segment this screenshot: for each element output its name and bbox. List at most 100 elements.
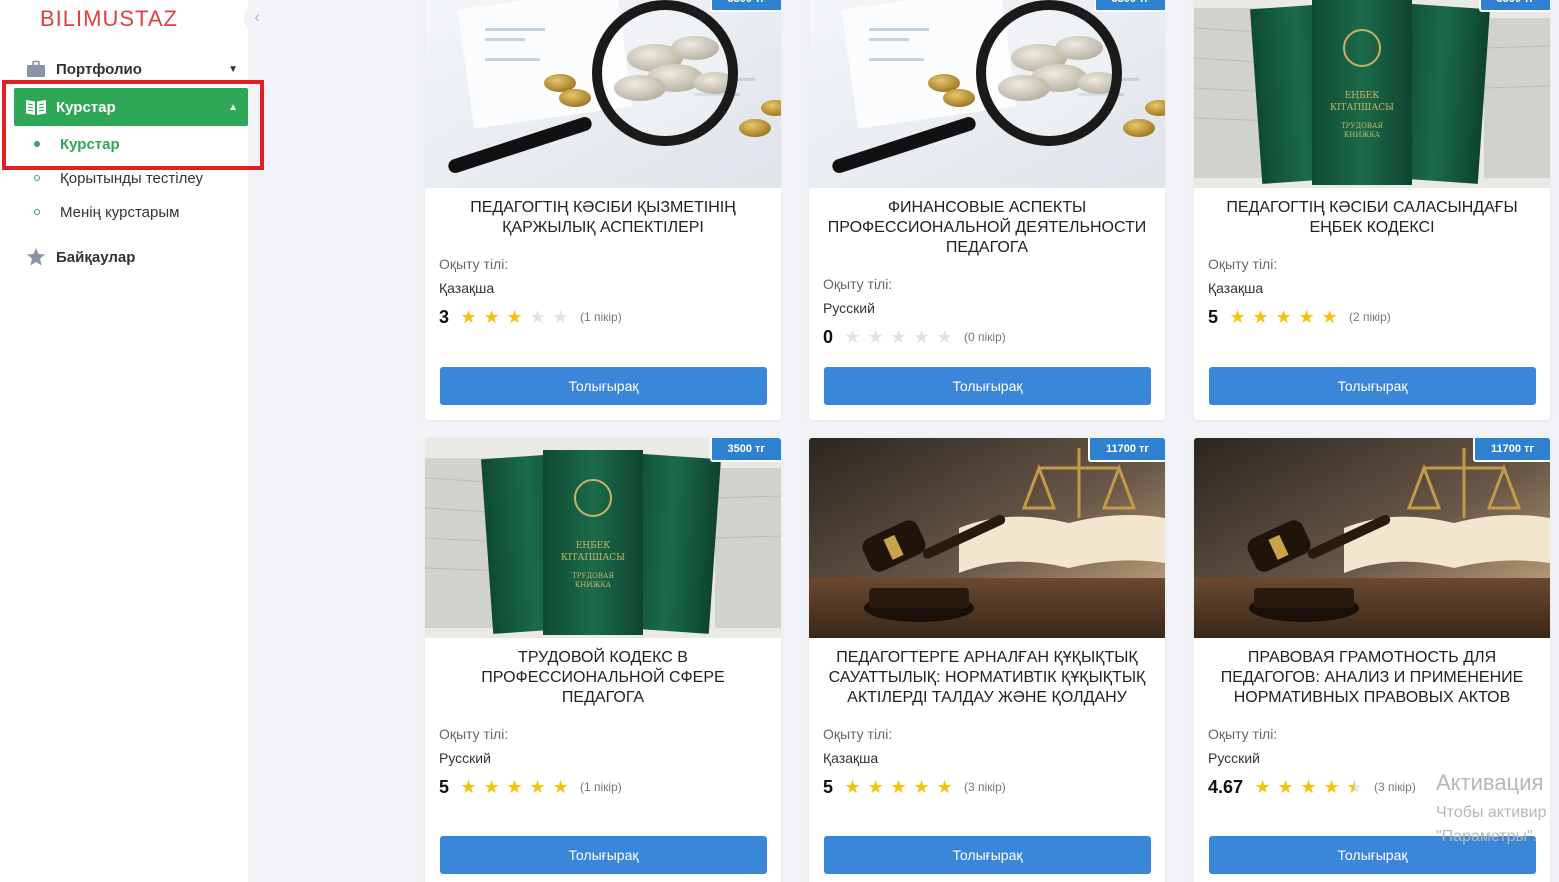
rating: 5 ★ ★ ★ ★ ★ (1 пікір)	[439, 776, 767, 798]
review-count: (2 пікір)	[1349, 310, 1391, 324]
rating-score: 5	[823, 776, 834, 797]
star-icon: ★	[460, 777, 477, 797]
language-label: Оқыту тілі:	[1208, 256, 1278, 272]
star-icon: ★	[867, 327, 884, 347]
star-icon: ★	[552, 777, 569, 797]
language-value: Русский	[823, 300, 875, 316]
more-button[interactable]: Толығырақ	[440, 367, 767, 405]
star-icon: ★	[890, 777, 907, 797]
svg-text:КНИЖКА: КНИЖКА	[575, 581, 612, 589]
star-icon: ★	[506, 777, 523, 797]
star-icon: ★	[844, 327, 861, 347]
star-icon: ★	[867, 777, 884, 797]
star-icon: ★	[936, 327, 953, 347]
submenu-item-my-courses[interactable]: Менің курстарым	[34, 199, 179, 225]
star-icon	[24, 247, 48, 267]
star-icon: ★	[913, 777, 930, 797]
sidebar-collapse-button[interactable]: ‹	[244, 4, 270, 32]
rating-score: 3	[439, 306, 450, 327]
svg-text:ТРУДОВАЯ: ТРУДОВАЯ	[572, 572, 614, 580]
language-value: Русский	[439, 750, 491, 766]
bullet-icon	[34, 175, 40, 181]
rating-stars: ★ ★ ★ ★ ★	[841, 328, 956, 346]
price-badge: 11700 тг	[1472, 438, 1550, 462]
more-button[interactable]: Толығырақ	[1209, 367, 1536, 405]
sidebar-item-label: Портфолио	[56, 60, 142, 78]
course-image-magnifier-coins[interactable]: 3500 тг	[425, 0, 781, 188]
price-badge: 11700 тг	[1087, 438, 1165, 462]
star-icon: ★	[552, 307, 569, 327]
language-value: Қазақша	[1208, 280, 1264, 296]
sidebar-item-label: Байқаулар	[56, 248, 136, 266]
price-badge: 3500 тг	[709, 0, 781, 12]
star-icon: ★	[936, 777, 953, 797]
bullet-icon	[34, 209, 40, 215]
svg-text:КНИЖКА: КНИЖКА	[1344, 131, 1381, 139]
watermark-line: Активация	[1436, 770, 1544, 795]
course-card[interactable]: 3500 тг ПЕДАГОГТІҢ КӘСІБИ ҚЫЗМЕТІНІҢ ҚАР…	[425, 0, 781, 420]
course-title[interactable]: ПРАВОВАЯ ГРАМОТНОСТЬ ДЛЯ ПЕДАГОГОВ: АНАЛ…	[1208, 648, 1536, 708]
course-title[interactable]: ПЕДАГОГТІҢ КӘСІБИ САЛАСЫНДАҒЫ ЕҢБЕК КОДЕ…	[1208, 198, 1536, 238]
language-label: Оқыту тілі:	[1208, 726, 1278, 742]
rating: 0 ★ ★ ★ ★ ★ (0 пікір)	[823, 326, 1151, 348]
chevron-left-icon: ‹	[254, 9, 260, 26]
course-title[interactable]: ПЕДАГОГТІҢ КӘСІБИ ҚЫЗМЕТІНІҢ ҚАРЖЫЛЫҚ АС…	[439, 198, 767, 238]
more-button[interactable]: Толығырақ	[440, 836, 767, 874]
course-card[interactable]: 3500 тг ФИНАНСОВЫЕ АСПЕКТЫ ПРОФЕССИОНАЛЬ…	[809, 0, 1165, 420]
submenu-label: Менің курстарым	[60, 203, 180, 221]
rating-stars: ★ ★ ★ ★ ★	[1226, 308, 1341, 326]
rating: 5 ★ ★ ★ ★ ★ (2 пікір)	[1208, 306, 1536, 328]
more-button[interactable]: Толығырақ	[824, 367, 1151, 405]
briefcase-icon	[24, 59, 48, 79]
course-image-gavel-scales[interactable]: 11700 тг	[809, 438, 1165, 638]
course-card[interactable]: ЕҢБЕК КІТАПШАСЫ ТРУДОВАЯ КНИЖКА 3500 тг ТРУ…	[425, 438, 781, 882]
course-image-magnifier-coins[interactable]: 3500 тг	[809, 0, 1165, 188]
review-count: (1 пікір)	[580, 780, 622, 794]
language-value: Қазақша	[823, 750, 879, 766]
course-card[interactable]: 11700 тг ПЕДАГОГТЕРГЕ АРНАЛҒАН ҚҰҚЫҚТЫҚ …	[809, 438, 1165, 882]
rating-stars: ★ ★ ★ ★ ★	[457, 308, 572, 326]
star-icon: ★	[1277, 777, 1294, 797]
price-badge: 3500 тг	[1478, 0, 1550, 12]
star-icon: ★	[844, 777, 861, 797]
windows-activation-watermark: Активация Чтобы активир "Параметры".	[1436, 770, 1547, 846]
language-label: Оқыту тілі:	[439, 256, 509, 272]
language-value: Русский	[1208, 750, 1260, 766]
rating: 5 ★ ★ ★ ★ ★ (3 пікір)	[823, 776, 1151, 798]
star-icon: ★	[1321, 307, 1338, 327]
svg-text:КІТАПШАСЫ: КІТАПШАСЫ	[1330, 103, 1394, 113]
svg-text:ЕҢБЕК: ЕҢБЕК	[576, 541, 611, 551]
svg-text:ЕҢБЕК: ЕҢБЕК	[1345, 91, 1380, 101]
star-icon: ★	[1298, 307, 1315, 327]
submenu-label: Қорытынды тестілеу	[60, 169, 204, 187]
price-badge: 3500 тг	[709, 438, 781, 462]
course-image-labor-books[interactable]: ЕҢБЕК КІТАПШАСЫ ТРУДОВАЯКНИЖКА 3500 тг	[425, 438, 781, 638]
star-icon: ★	[1300, 777, 1317, 797]
star-icon: ★	[1323, 777, 1340, 797]
watermark-line: Чтобы активир	[1436, 804, 1547, 821]
star-icon: ★	[506, 307, 523, 327]
course-card[interactable]: ЕҢБЕК КІТАПШАСЫ ТРУДОВАЯКНИЖКА 3500 тг ПЕД…	[1194, 0, 1550, 420]
course-title[interactable]: ПЕДАГОГТЕРГЕ АРНАЛҒАН ҚҰҚЫҚТЫҚ САУАТТЫЛЫ…	[823, 648, 1151, 708]
language-label: Оқыту тілі:	[439, 726, 509, 742]
watermark-line: "Параметры".	[1436, 828, 1538, 845]
language-label: Оқыту тілі:	[823, 276, 893, 292]
star-icon: ★	[1343, 778, 1366, 796]
more-button[interactable]: Толығырақ	[824, 836, 1151, 874]
course-image-labor-books[interactable]: ЕҢБЕК КІТАПШАСЫ ТРУДОВАЯКНИЖКА 3500 тг	[1194, 0, 1550, 188]
svg-text:КІТАПШАСЫ: КІТАПШАСЫ	[561, 553, 625, 563]
review-count: (0 пікір)	[964, 330, 1006, 344]
star-icon: ★	[483, 307, 500, 327]
star-icon: ★	[890, 327, 907, 347]
highlight-box	[2, 80, 264, 170]
course-title[interactable]: ФИНАНСОВЫЕ АСПЕКТЫ ПРОФЕССИОНАЛЬНОЙ ДЕЯТ…	[823, 198, 1151, 258]
course-title[interactable]: ТРУДОВОЙ КОДЕКС В ПРОФЕССИОНАЛЬНОЙ СФЕРЕ…	[439, 648, 767, 708]
course-image-gavel-scales[interactable]: 11700 тг	[1194, 438, 1550, 638]
language-label: Оқыту тілі:	[823, 726, 893, 742]
rating-score: 0	[823, 326, 834, 347]
star-icon: ★	[1275, 307, 1292, 327]
review-count: (3 пікір)	[1374, 780, 1416, 794]
sidebar-item-contests[interactable]: Байқаулар	[14, 238, 248, 276]
logo[interactable]: BILIMUSTAZ	[40, 6, 178, 32]
language-value: Қазақша	[439, 280, 495, 296]
